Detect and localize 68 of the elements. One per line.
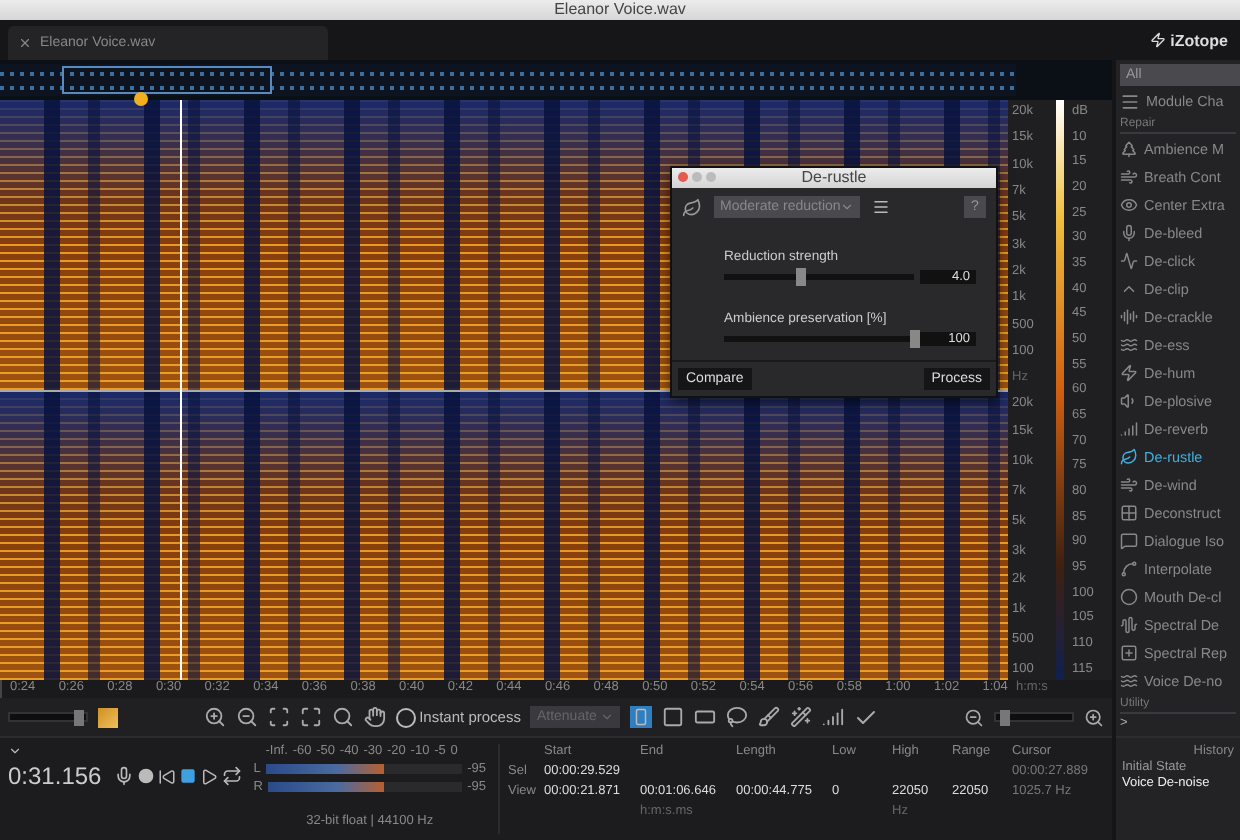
record-icon[interactable]	[137, 768, 154, 784]
leaves-icon	[1120, 448, 1138, 466]
lightning-icon	[1120, 364, 1138, 382]
spectrogram[interactable]	[0, 391, 1008, 680]
pulse-icon	[1120, 252, 1138, 270]
zoom-out-icon[interactable]	[235, 706, 258, 728]
tree-icon	[1120, 140, 1138, 158]
bars-icon[interactable]	[822, 706, 845, 728]
loop-icon[interactable]	[221, 766, 242, 786]
slider-thumb[interactable]	[74, 710, 85, 726]
overview-waveform[interactable]	[0, 64, 1016, 96]
leaves-icon	[682, 197, 702, 217]
search-icon[interactable]	[331, 706, 354, 728]
zoom-full-icon[interactable]	[299, 706, 322, 728]
square-icon[interactable]	[662, 706, 685, 728]
eye-icon	[1120, 196, 1138, 214]
close-icon[interactable]	[678, 172, 688, 182]
menu-icon[interactable]	[872, 198, 891, 216]
hand-icon[interactable]	[363, 706, 386, 728]
brand-logo: iZotope	[1170, 31, 1228, 49]
wand-icon[interactable]	[790, 706, 813, 728]
overview-selection[interactable]	[62, 66, 272, 94]
wind-icon	[1120, 476, 1138, 494]
bars-icon	[1120, 420, 1138, 438]
chevron-icon	[1120, 280, 1138, 298]
brush-icon[interactable]	[758, 706, 781, 728]
waveform-icon	[1120, 308, 1138, 326]
menu-icon[interactable]	[1120, 91, 1140, 111]
stop-icon[interactable]	[179, 768, 196, 784]
zoom-out-icon[interactable]	[964, 707, 985, 727]
wind-icon	[1120, 168, 1138, 186]
caret-icon	[600, 710, 615, 724]
skip-back-icon[interactable]	[157, 767, 176, 785]
rectangle-icon	[632, 708, 651, 726]
rectangle-icon[interactable]	[694, 706, 717, 728]
plus-square-icon	[1120, 644, 1138, 662]
curve-icon	[1120, 560, 1138, 578]
zoom-fit-icon[interactable]	[267, 706, 290, 728]
speech-icon	[1120, 532, 1138, 550]
ring-icon	[1120, 588, 1138, 606]
speaker-icon	[1120, 392, 1138, 410]
time-display: 0:31.156	[8, 762, 102, 790]
microphone-icon	[1120, 224, 1138, 242]
caret-icon[interactable]	[8, 744, 22, 758]
waves-icon	[1120, 336, 1138, 354]
toggle-ring-icon	[395, 707, 416, 727]
slider-thumb[interactable]	[910, 330, 920, 348]
lasso-icon[interactable]	[726, 706, 749, 728]
time-select-button[interactable]	[630, 706, 653, 728]
check-icon[interactable]	[854, 705, 879, 729]
close-icon[interactable]	[18, 36, 32, 50]
slider-thumb[interactable]	[999, 710, 1010, 726]
zoom-slider[interactable]	[994, 712, 1075, 722]
marker-icon[interactable]	[134, 92, 148, 106]
zoom-in-icon[interactable]	[1084, 707, 1105, 727]
dialog-title: De-rustle	[801, 168, 867, 188]
zoom-slider[interactable]	[8, 712, 88, 722]
slider-thumb[interactable]	[796, 268, 806, 286]
waveform-icon	[1120, 616, 1138, 634]
colormap-icon[interactable]	[98, 707, 118, 727]
microphone-icon[interactable]	[113, 766, 134, 786]
zoom-in-icon[interactable]	[203, 706, 226, 728]
caret-icon	[840, 200, 855, 214]
logo-icon	[1150, 32, 1167, 48]
play-icon[interactable]	[199, 767, 218, 785]
window-title: Eleanor Voice.wav	[554, 0, 686, 20]
waves-icon	[1120, 672, 1138, 690]
grid-icon	[1120, 504, 1138, 522]
